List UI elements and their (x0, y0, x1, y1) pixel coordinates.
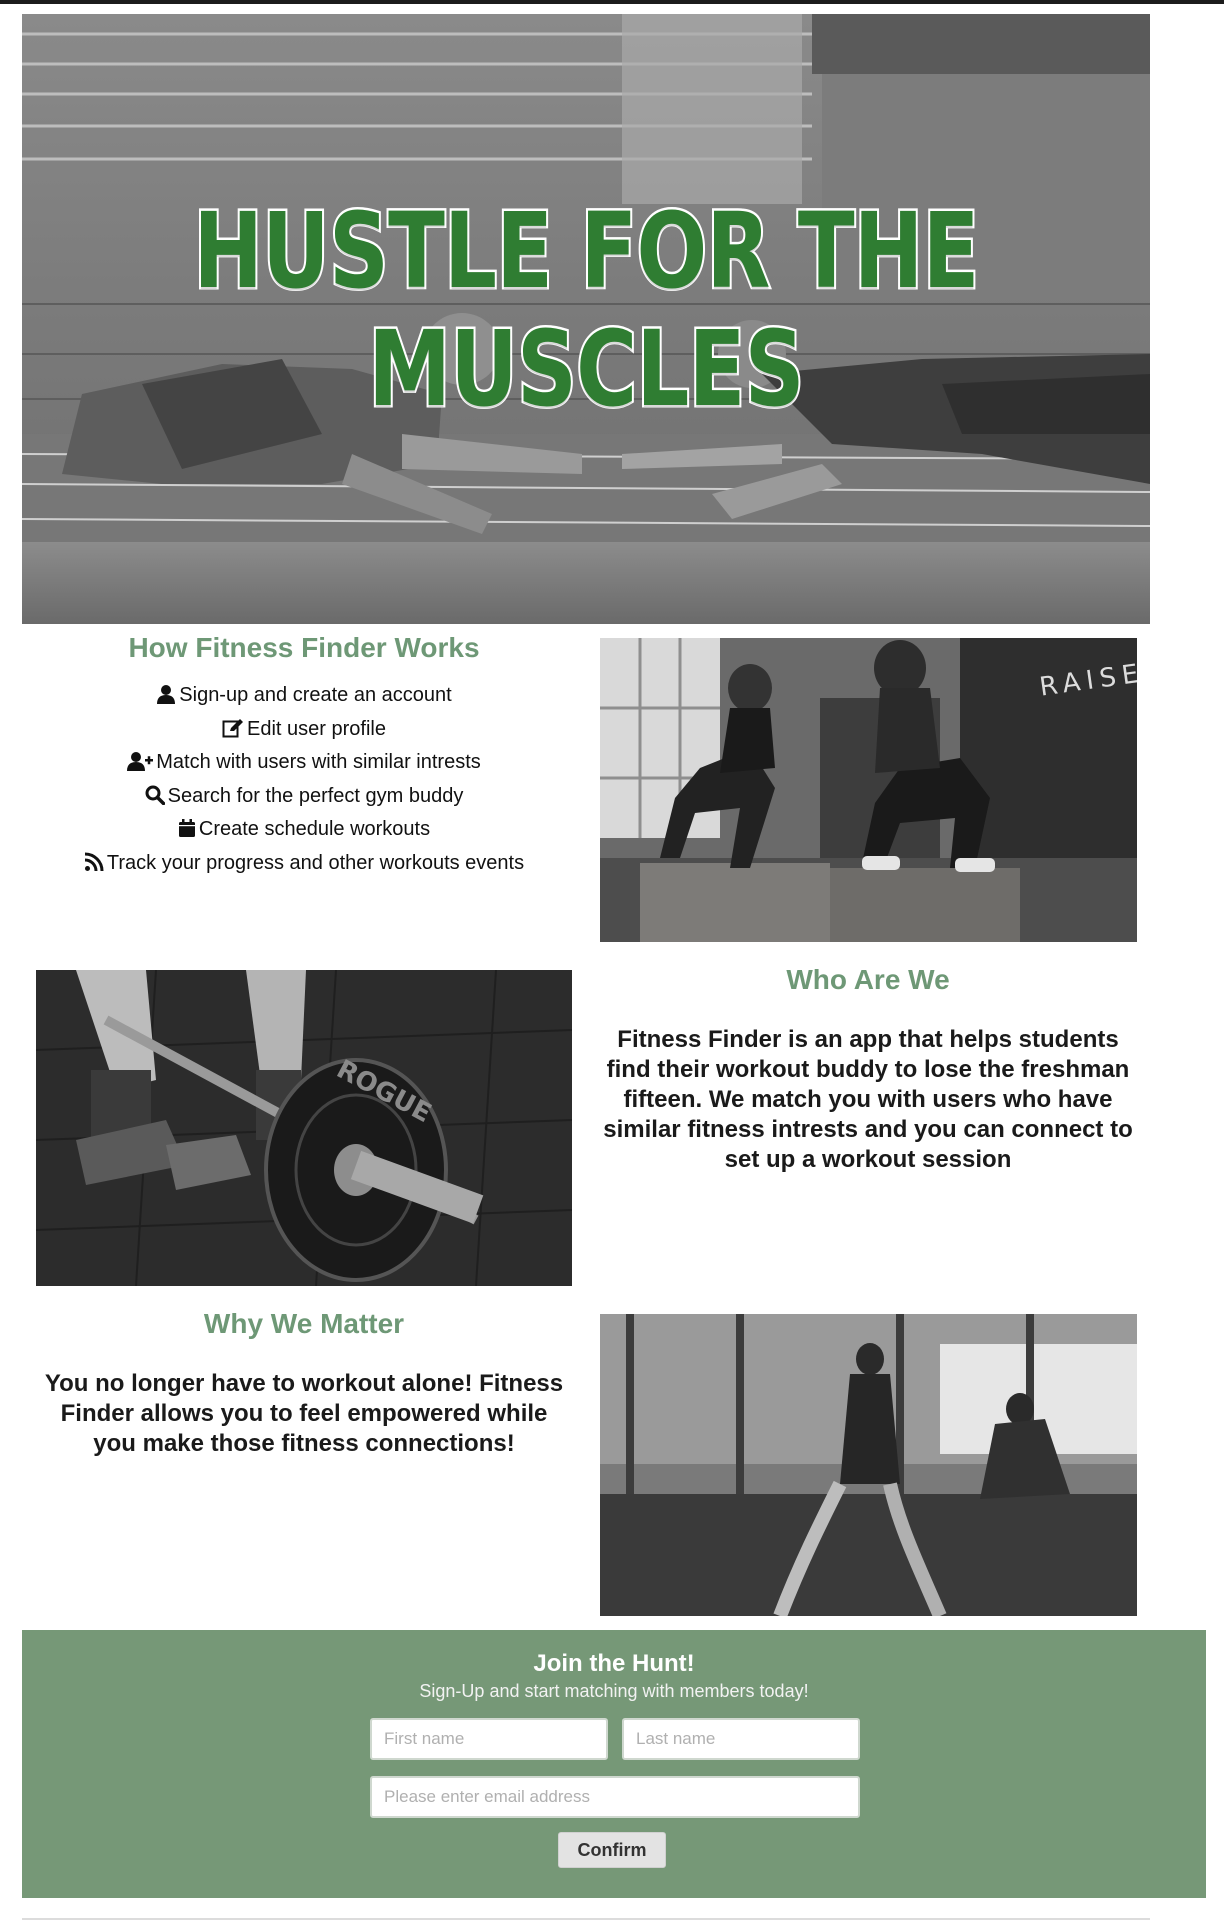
list-item-label: Edit user profile (247, 717, 386, 740)
user-plus-icon (127, 750, 154, 781)
confirm-button[interactable]: Confirm (558, 1832, 666, 1868)
list-item-label: Search for the perfect gym buddy (167, 784, 464, 807)
top-border (0, 0, 1224, 4)
who-are-we-text: Fitness Finder is an app that helps stud… (603, 1026, 1133, 1173)
join-subtitle: Sign-Up and start matching with members … (419, 1681, 809, 1701)
who-are-we-title: Who Are We (786, 964, 950, 995)
why-we-matter-text: You no longer have to workout alone! Fit… (44, 1370, 564, 1457)
bottom-divider (22, 1918, 1150, 1920)
list-item: Search for the perfect gym buddy (30, 781, 578, 815)
rss-icon (84, 851, 104, 882)
list-item: Sign-up and create an account (30, 680, 578, 714)
list-item-label: Sign-up and create an account (179, 684, 452, 706)
why-we-matter-title: Why We Matter (203, 1308, 405, 1339)
list-item: Create schedule workouts (30, 814, 578, 848)
first-name-field[interactable] (370, 1718, 608, 1760)
edit-icon (222, 717, 244, 748)
list-item-label: Match with users with similar intrests (156, 751, 481, 773)
how-it-works-list: Sign-up and create an account Edit user … (30, 680, 578, 881)
deadlift-photo: ROGUE (36, 970, 572, 1286)
list-item: Match with users with similar intrests (30, 747, 578, 781)
join-title: Join the Hunt! (533, 1650, 695, 1677)
box-jump-photo: RAISE THE BAR (600, 638, 1137, 942)
list-item: Track your progress and other workouts e… (30, 848, 578, 882)
user-icon (156, 683, 176, 714)
last-name-field[interactable] (622, 1718, 860, 1760)
hero-title: HUSTLE FOR THE MUSCLES (191, 190, 981, 431)
list-item-label: Create schedule workouts (198, 818, 431, 840)
email-field[interactable] (370, 1776, 860, 1818)
list-item: Edit user profile (30, 714, 578, 748)
how-it-works-title: How Fitness Finder Works (128, 632, 480, 663)
search-icon (145, 784, 165, 815)
battle-ropes-photo (600, 1314, 1137, 1616)
calendar-icon (178, 817, 196, 848)
list-item-label: Track your progress and other workouts e… (106, 851, 525, 874)
join-section: Join the Hunt! Sign-Up and start matchin… (22, 1630, 1206, 1898)
hero-banner: HUSTLE FOR THE MUSCLES (22, 14, 1150, 624)
